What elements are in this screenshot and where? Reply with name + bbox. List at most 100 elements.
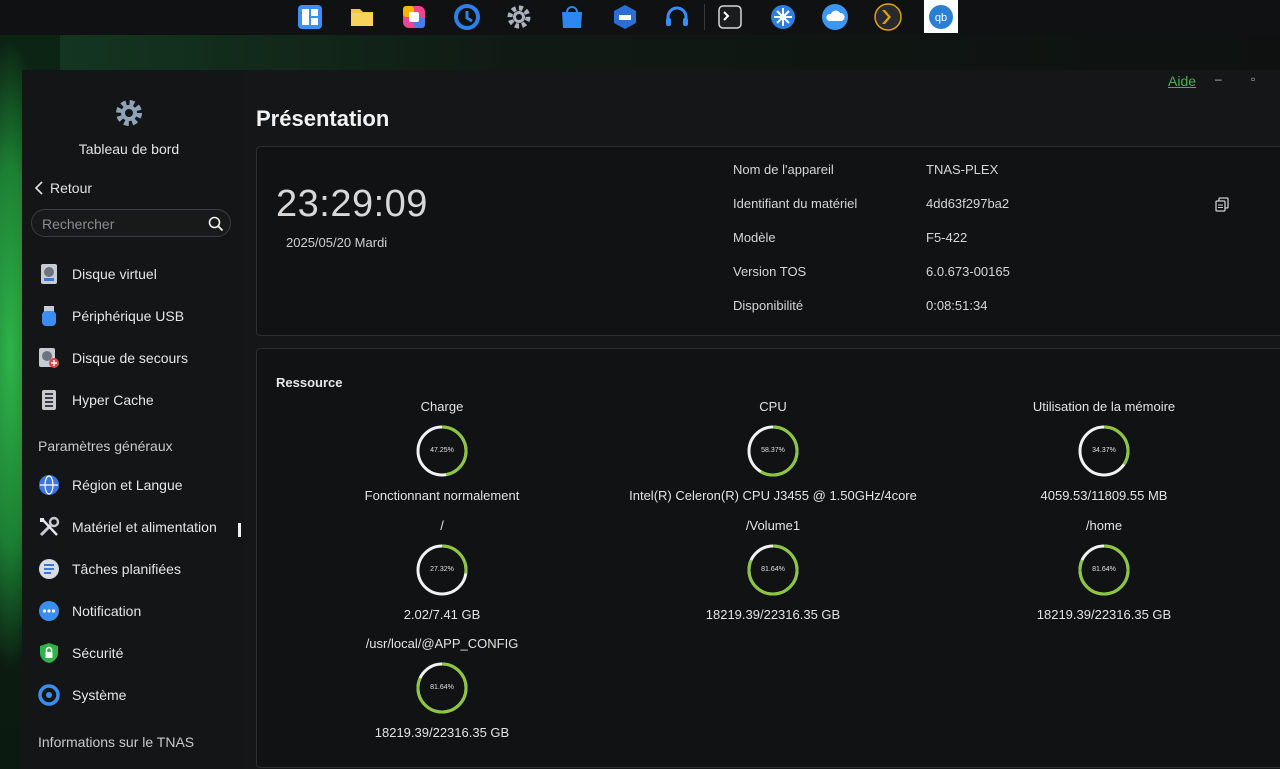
search-input[interactable] bbox=[40, 214, 204, 234]
sidebar: Tableau de bord Retour Disque virtuel Pé… bbox=[22, 70, 244, 769]
gauge-app-config: /usr/local/@APP_CONFIG 81.64% 18219.39/223… bbox=[272, 635, 612, 742]
info-key: Identifiant du matériel bbox=[733, 196, 858, 211]
tools-icon bbox=[38, 516, 60, 538]
gauge-title: Utilisation de la mémoire bbox=[1032, 399, 1176, 414]
info-row-uptime: Disponibilité 0:08:51:34 bbox=[733, 298, 1263, 318]
info-value: F5-422 bbox=[926, 230, 968, 245]
gauge-home: /home 81.64% 18219.39/22316.35 GB bbox=[934, 517, 1274, 624]
maximize-button[interactable]: ▫ bbox=[1251, 72, 1255, 86]
copy-icon[interactable] bbox=[1215, 197, 1229, 217]
gauge-percent: 27.32% bbox=[430, 566, 454, 573]
info-row-device-name: Nom de l'appareil TNAS-PLEX bbox=[733, 162, 1263, 182]
gauge-percent: 81.64% bbox=[430, 684, 454, 691]
sidebar-item-virtual-disk[interactable]: Disque virtuel bbox=[38, 259, 228, 289]
sidebar-item-label: Périphérique USB bbox=[72, 308, 185, 324]
gauge-title: /Volume1 bbox=[745, 518, 801, 533]
gauge-ring: 47.25% bbox=[415, 424, 469, 478]
plex-icon[interactable] bbox=[873, 2, 903, 32]
sidebar-item-label: Matériel et alimentation bbox=[72, 519, 217, 535]
dashboard-app-icon[interactable] bbox=[295, 2, 325, 32]
sidebar-item-label: Notification bbox=[72, 603, 142, 619]
file-manager-icon[interactable] bbox=[347, 2, 377, 32]
gauge-title: CPU bbox=[759, 399, 787, 414]
sidebar-item-label: Tâches planifiées bbox=[72, 561, 181, 577]
support-headset-icon[interactable] bbox=[662, 2, 692, 32]
chevron-left-icon bbox=[34, 181, 43, 195]
gauge-title: /home bbox=[1085, 518, 1123, 533]
scroll-indicator[interactable] bbox=[238, 523, 241, 537]
terminal-icon[interactable] bbox=[715, 2, 745, 32]
settings-app-icon[interactable] bbox=[504, 2, 534, 32]
gear-icon bbox=[114, 100, 144, 132]
network-app-icon[interactable] bbox=[768, 2, 798, 32]
gauge-subtitle: 18219.39/22316.35 GB bbox=[705, 607, 841, 622]
info-value: TNAS-PLEX bbox=[926, 162, 999, 177]
section-general-settings: Paramètres généraux bbox=[38, 438, 173, 454]
gauge-percent: 47.25% bbox=[430, 447, 454, 454]
info-key: Nom de l'appareil bbox=[733, 162, 834, 177]
clock-time: 23:29:09 bbox=[276, 183, 428, 225]
minimize-button[interactable]: – bbox=[1215, 72, 1222, 86]
cloud-sync-icon[interactable] bbox=[820, 2, 850, 32]
taskbar-separator bbox=[704, 4, 705, 30]
usb-device-icon bbox=[38, 305, 60, 327]
search-box bbox=[31, 209, 231, 237]
resources-title: Ressource bbox=[276, 375, 343, 390]
app-title: Tableau de bord bbox=[78, 141, 180, 157]
sidebar-item-label: Sécurité bbox=[72, 645, 124, 661]
rescue-disk-icon bbox=[38, 347, 60, 369]
info-key: Modèle bbox=[733, 230, 776, 245]
gauge-ring: 27.32% bbox=[415, 543, 469, 597]
gauge-percent: 81.64% bbox=[761, 566, 785, 573]
notification-icon bbox=[38, 600, 60, 622]
gauge-title: /usr/local/@APP_CONFIG bbox=[365, 636, 519, 651]
sidebar-item-rescue-disk[interactable]: Disque de secours bbox=[38, 343, 228, 373]
app-center-icon[interactable] bbox=[557, 2, 587, 32]
gauge-title: / bbox=[440, 518, 444, 533]
gauge-percent: 34.37% bbox=[1092, 447, 1116, 454]
dashboard-window: Aide – ▫ Tableau de bord Retour Disque v… bbox=[22, 70, 1280, 769]
desktop-wallpaper-band bbox=[0, 35, 1280, 71]
shield-icon bbox=[38, 642, 60, 664]
page-title: Présentation bbox=[256, 106, 390, 131]
sidebar-header: Tableau de bord bbox=[22, 98, 236, 157]
gauge-subtitle: 18219.39/22316.35 GB bbox=[374, 725, 510, 740]
globe-icon bbox=[38, 474, 60, 496]
gauge-subtitle: Fonctionnant normalement bbox=[364, 488, 520, 503]
sidebar-item-label: Région et Langue bbox=[72, 477, 183, 493]
info-row-tos-version: Version TOS 6.0.673-00165 bbox=[733, 264, 1263, 284]
taskbar: qb bbox=[0, 0, 1280, 35]
sidebar-item-notification[interactable]: Notification bbox=[38, 596, 228, 626]
sidebar-item-region-language[interactable]: Région et Langue bbox=[38, 470, 228, 500]
backup-app-icon[interactable] bbox=[452, 2, 482, 32]
qbittorrent-icon[interactable]: qb bbox=[924, 0, 958, 33]
docker-icon[interactable] bbox=[610, 2, 640, 32]
gauge-ring: 81.64% bbox=[1077, 543, 1131, 597]
gauge-percent: 58.37% bbox=[761, 447, 785, 454]
gauge-percent: 81.64% bbox=[1092, 566, 1116, 573]
info-row-hardware-id: Identifiant du matériel 4dd63f297ba2 bbox=[733, 196, 1263, 216]
gauge-subtitle: 4059.53/11809.55 MB bbox=[1040, 488, 1168, 503]
gauge-ring: 81.64% bbox=[746, 543, 800, 597]
info-key: Disponibilité bbox=[733, 298, 804, 313]
system-icon bbox=[38, 684, 60, 706]
section-tnas-info[interactable]: Informations sur le TNAS bbox=[38, 734, 194, 750]
sidebar-item-hardware-power[interactable]: Matériel et alimentation bbox=[38, 512, 228, 542]
sidebar-item-system[interactable]: Système bbox=[38, 680, 228, 710]
sidebar-item-scheduled-tasks[interactable]: Tâches planifiées bbox=[38, 554, 228, 584]
help-link[interactable]: Aide bbox=[1168, 73, 1196, 89]
sidebar-item-usb-device[interactable]: Périphérique USB bbox=[38, 301, 228, 331]
photos-app-icon[interactable] bbox=[399, 2, 429, 32]
gauge-ring: 34.37% bbox=[1077, 424, 1131, 478]
info-key: Version TOS bbox=[733, 264, 807, 279]
sidebar-item-hyper-cache[interactable]: Hyper Cache bbox=[38, 385, 228, 415]
info-value: 0:08:51:34 bbox=[926, 298, 988, 313]
gauge-load: Charge 47.25% Fonctionnant normalement bbox=[272, 398, 612, 505]
gauge-ring: 58.37% bbox=[746, 424, 800, 478]
sidebar-item-label: Système bbox=[72, 687, 127, 703]
sidebar-item-label: Disque virtuel bbox=[72, 266, 157, 282]
search-icon[interactable] bbox=[208, 216, 224, 237]
info-value: 4dd63f297ba2 bbox=[926, 196, 1010, 211]
back-button[interactable]: Retour bbox=[34, 180, 92, 196]
sidebar-item-security[interactable]: Sécurité bbox=[38, 638, 228, 668]
